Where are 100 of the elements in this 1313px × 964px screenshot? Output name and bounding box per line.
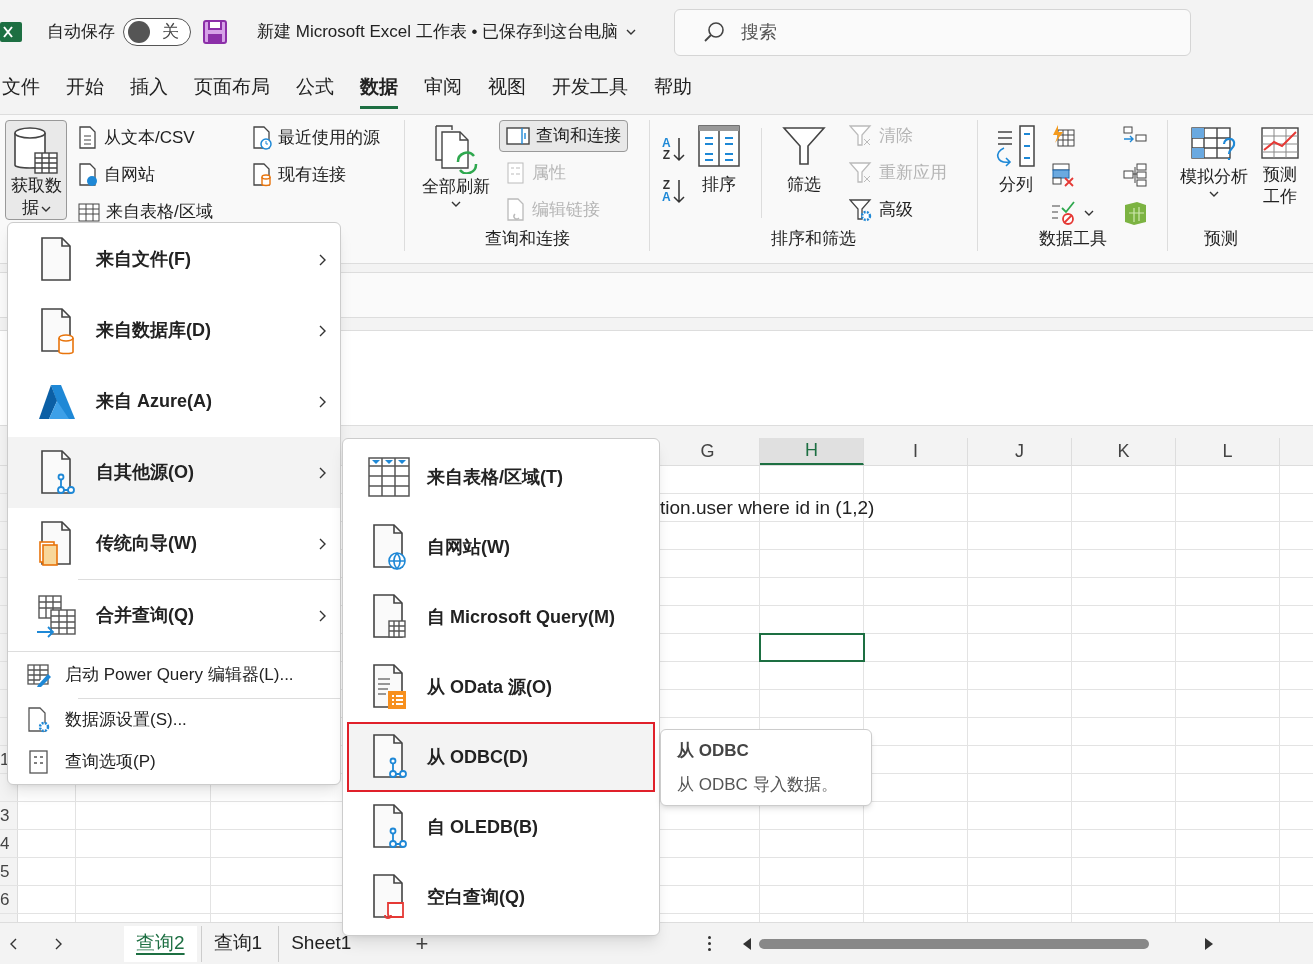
document-globe-icon xyxy=(371,523,407,571)
forecast-sheet-button[interactable]: 预测工作 xyxy=(1260,120,1300,226)
down-arrow-icon xyxy=(672,178,685,204)
scroll-right-icon[interactable] xyxy=(1205,937,1214,950)
ribbon-tab[interactable]: 帮助 xyxy=(654,69,692,109)
column-header[interactable]: L xyxy=(1176,438,1280,465)
search-field[interactable]: 搜索 xyxy=(674,8,1192,56)
menu-item[interactable]: 数据源设置(S)... xyxy=(8,699,340,741)
document-connection-icon xyxy=(371,733,407,781)
flash-fill-icon[interactable] xyxy=(1050,124,1076,150)
row-header[interactable]: 4 xyxy=(0,830,18,857)
sort-descending-button[interactable]: Z A xyxy=(662,178,685,204)
menu-item[interactable]: 从 ODBC(D) xyxy=(347,722,655,792)
tooltip-title: 从 ODBC xyxy=(677,740,750,762)
sort-button[interactable]: 排序 xyxy=(692,120,745,226)
document-title[interactable]: 新建 Microsoft Excel 工作表 • 已保存到这台电脑 xyxy=(257,19,637,45)
chevron-down-icon xyxy=(40,204,51,213)
chevron-down-icon xyxy=(451,199,461,208)
menu-item[interactable]: 来自 Azure(A) xyxy=(8,366,340,437)
document-table-icon xyxy=(371,593,407,641)
document-link-icon xyxy=(506,198,526,222)
sort-ascending-button[interactable]: A Z xyxy=(662,136,685,162)
ribbon-button[interactable]: 查询和连接 xyxy=(499,120,628,152)
panel-icon xyxy=(506,126,530,146)
menu-item[interactable]: 来自文件(F) xyxy=(8,224,340,295)
menu-item[interactable]: 从 OData 源(O) xyxy=(347,652,655,722)
funnel-clear-icon xyxy=(848,124,873,148)
ribbon-tab[interactable]: 开发工具 xyxy=(552,69,628,109)
ribbon-tab[interactable]: 审阅 xyxy=(424,69,462,109)
column-header[interactable]: H xyxy=(760,438,864,465)
document-database-icon xyxy=(39,306,75,355)
scrollbar-thumb[interactable] xyxy=(759,938,1150,949)
autosave-toggle[interactable]: 关 xyxy=(123,18,191,46)
menu-item[interactable]: 来自表格/区域(T) xyxy=(347,442,655,512)
sheet-tab[interactable]: 查询1 xyxy=(200,925,275,962)
hierarchy-icon[interactable] xyxy=(1122,162,1148,188)
refresh-all-button[interactable]: 全部刷新 xyxy=(417,120,495,226)
remove-rows-icon[interactable] xyxy=(1050,162,1076,188)
split-columns-icon xyxy=(994,124,1038,168)
ribbon-tab[interactable]: 数据 xyxy=(360,69,398,109)
ribbon-tab[interactable]: 公式 xyxy=(296,69,334,109)
ribbon-button[interactable]: 自网站 xyxy=(71,159,241,191)
document-scroll-icon xyxy=(371,873,407,921)
text-to-columns-button[interactable]: 分列 xyxy=(994,120,1038,226)
save-icon[interactable] xyxy=(203,20,227,44)
sheet-tab[interactable]: 查询2 xyxy=(124,925,197,962)
row-header[interactable]: 5 xyxy=(0,858,18,885)
scroll-left-icon[interactable] xyxy=(743,937,752,950)
menu-item[interactable]: 合并查询(Q) xyxy=(8,580,340,651)
ribbon-tab[interactable]: 插入 xyxy=(130,69,168,109)
ribbon-tab[interactable]: 开始 xyxy=(66,69,104,109)
search-input[interactable]: 搜索 xyxy=(741,18,1122,46)
document-database-icon xyxy=(252,163,272,187)
column-header[interactable]: J xyxy=(968,438,1072,465)
column-header[interactable]: K xyxy=(1072,438,1176,465)
spreadsheet-app-icon[interactable] xyxy=(0,20,22,44)
group-label: 数据工具 xyxy=(1037,228,1108,250)
get-data-button[interactable]: 获取数据 xyxy=(5,120,67,220)
group-label: 排序和筛选 xyxy=(770,228,857,250)
data-validation-button[interactable] xyxy=(1050,200,1094,226)
menu-item[interactable]: 查询选项(P) xyxy=(8,741,340,783)
column-header[interactable]: I xyxy=(864,438,968,465)
menu-item[interactable]: 自 Microsoft Query(M) xyxy=(347,582,655,652)
menu-item[interactable]: 自 OLEDB(B) xyxy=(347,792,655,862)
row-header[interactable]: 3 xyxy=(0,802,18,829)
menu-item[interactable]: 启动 Power Query 编辑器(L)... xyxy=(8,652,340,698)
ribbon-tab[interactable]: 文件 xyxy=(2,69,40,109)
row-header[interactable]: 6 xyxy=(0,886,18,913)
ribbon-button[interactable]: 最近使用的源 xyxy=(245,122,387,154)
ribbon-button[interactable]: 从文本/CSV xyxy=(71,122,241,154)
tooltip-description: 从 ODBC 导入数据。 xyxy=(677,773,839,796)
more-options-icon[interactable] xyxy=(708,936,712,951)
ribbon-button[interactable]: 高级 xyxy=(841,194,954,226)
document-connection-icon xyxy=(39,448,75,497)
table-icon xyxy=(367,456,411,498)
menu-item[interactable]: 传统向导(W) xyxy=(8,508,340,579)
what-if-analysis-button[interactable]: 模拟分析 xyxy=(1180,120,1248,226)
menu-item[interactable]: 自网站(W) xyxy=(347,512,655,582)
document-clock-icon xyxy=(252,126,272,150)
group-label: 预测 xyxy=(1202,227,1239,250)
table-edit-icon xyxy=(26,662,52,688)
chevron-down-icon xyxy=(1084,209,1094,217)
chevron-down-icon xyxy=(1209,189,1219,198)
chevron-down-icon xyxy=(626,28,637,36)
autosave-label: 自动保存 xyxy=(47,21,115,44)
funnel-icon xyxy=(781,124,826,168)
ribbon-button[interactable]: 现有连接 xyxy=(245,159,387,191)
menu-item[interactable]: 自其他源(O) xyxy=(8,437,340,508)
selected-cell[interactable] xyxy=(760,634,864,661)
ribbon-tab[interactable]: 视图 xyxy=(488,69,526,109)
menu-item[interactable]: 来自数据库(D) xyxy=(8,295,340,366)
toggle-knob xyxy=(128,21,150,43)
database-table-icon xyxy=(11,125,61,175)
document-connection-icon xyxy=(371,803,407,851)
document-globe-icon xyxy=(78,163,98,187)
ribbon-tab[interactable]: 页面布局 xyxy=(194,69,270,109)
down-arrow-icon xyxy=(672,136,685,162)
filter-button[interactable]: 筛选 xyxy=(777,120,830,226)
group-label: 查询和连接 xyxy=(483,228,571,250)
list-icon xyxy=(28,749,50,775)
